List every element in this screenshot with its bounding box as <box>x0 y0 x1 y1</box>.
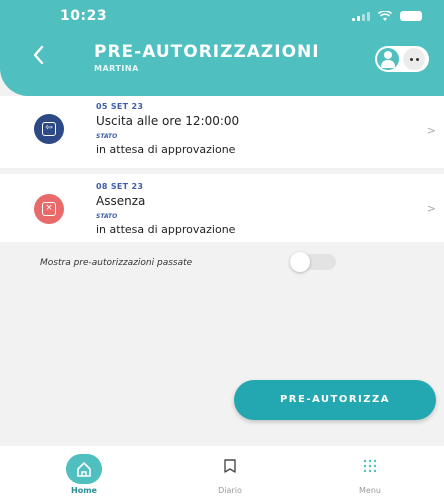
page-title: PRE-AUTORIZZAZIONI <box>94 42 320 62</box>
tab-label: Home <box>71 486 97 495</box>
tab-diario[interactable]: Diario <box>180 446 280 504</box>
item-date: 05 SET 23 <box>96 102 144 111</box>
book-icon <box>224 459 236 473</box>
chevron-right-icon: > <box>426 202 436 215</box>
back-button[interactable] <box>28 44 48 68</box>
avatar <box>377 48 399 70</box>
list-item[interactable]: × 08 SET 23 Assenza STATO in attesa di a… <box>0 174 444 242</box>
wifi-icon <box>378 10 392 21</box>
item-date: 08 SET 23 <box>96 182 144 191</box>
item-stato-label: STATO <box>96 213 118 220</box>
battery-icon <box>400 11 422 21</box>
item-stato-label: STATO <box>96 133 118 140</box>
item-type: Assenza <box>96 194 146 208</box>
tab-menu[interactable]: Menu <box>320 446 420 504</box>
toggle-label: Mostra pre-autorizzazioni passate <box>40 258 193 268</box>
pre-autorizza-button[interactable]: PRE-AUTORIZZA <box>234 380 436 420</box>
grid-menu-icon <box>363 459 377 473</box>
absence-icon: × <box>34 194 64 224</box>
home-icon <box>66 454 102 484</box>
tab-label: Menu <box>359 486 381 495</box>
show-past-row: Mostra pre-autorizzazioni passate <box>40 252 340 274</box>
header: 10:23 PRE-AUTORIZZAZIONI MARTINA <box>0 0 444 96</box>
exit-icon: ⇦ <box>34 114 64 144</box>
toggle-knob <box>290 252 310 272</box>
chevron-left-icon <box>33 45 44 65</box>
profile-switcher[interactable] <box>375 46 429 72</box>
status-bar: 10:23 <box>0 0 444 34</box>
page-subtitle: MARTINA <box>94 64 139 73</box>
tab-bar: Home Diario Menu <box>0 446 444 504</box>
item-type: Uscita alle ore 12:00:00 <box>96 114 240 128</box>
item-status: in attesa di approvazione <box>96 223 236 236</box>
list-item[interactable]: ⇦ 05 SET 23 Uscita alle ore 12:00:00 STA… <box>0 96 444 168</box>
item-status: in attesa di approvazione <box>96 143 236 156</box>
chevron-right-icon: > <box>426 124 436 137</box>
tab-label: Diario <box>218 486 242 495</box>
show-past-toggle[interactable] <box>290 252 336 272</box>
status-time: 10:23 <box>60 8 108 24</box>
app-screen: 10:23 PRE-AUTORIZZAZIONI MARTINA ⇦ 05 SE… <box>0 0 444 504</box>
signal-icon <box>352 11 370 21</box>
status-icons <box>352 9 422 23</box>
tab-home[interactable]: Home <box>34 446 134 504</box>
more-icon <box>403 48 425 70</box>
